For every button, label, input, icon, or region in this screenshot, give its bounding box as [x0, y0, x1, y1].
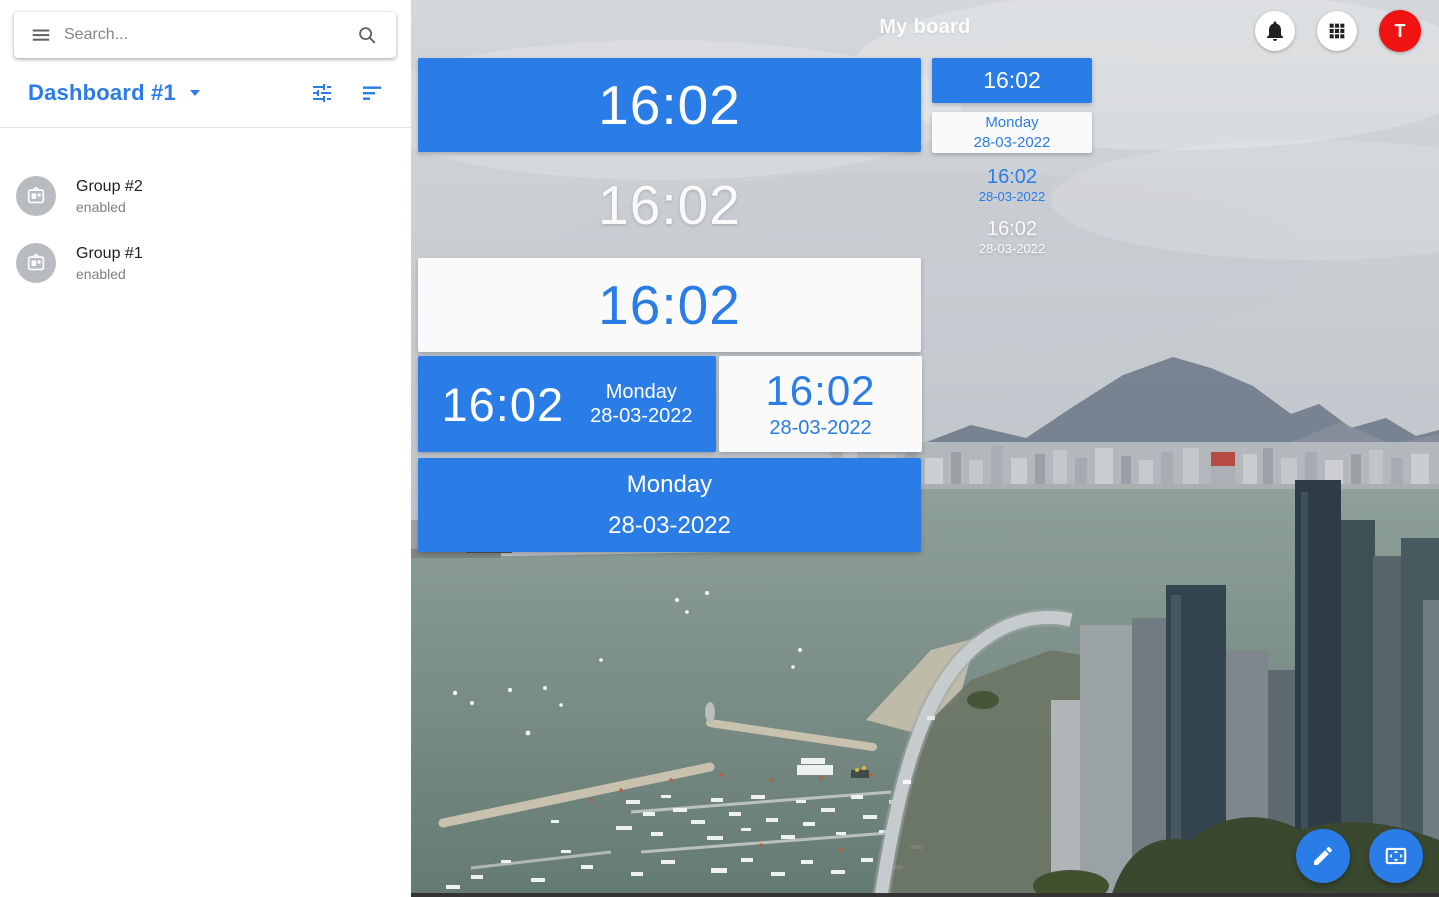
widget-time-overlay[interactable]: 16:02 [418, 157, 921, 253]
widget-clock-blue[interactable]: 16:02 Monday 28-03-2022 [418, 356, 716, 452]
time-text: 16:02 [983, 67, 1041, 94]
sort-button[interactable] [354, 75, 390, 111]
user-avatar-button[interactable]: T [1379, 10, 1421, 52]
group-status: enabled [76, 199, 143, 215]
tune-filter-button[interactable] [304, 75, 340, 111]
fab-group [1296, 829, 1423, 883]
date-text: 28-03-2022 [608, 512, 731, 540]
dashboard-title: Dashboard #1 [28, 80, 176, 106]
widget-time-banner-blue[interactable]: 16:02 [418, 58, 921, 152]
time-text: 16:02 [598, 273, 741, 337]
time-text: 16:02 [765, 369, 875, 413]
group-status: enabled [76, 266, 143, 282]
group-avatar [16, 243, 56, 283]
notifications-button[interactable] [1255, 11, 1295, 51]
dashboard-selector[interactable]: Dashboard #1 [28, 80, 200, 106]
apps-grid-button[interactable] [1317, 11, 1357, 51]
board-area: My board T 16:02 16:02 16:02 16:02 Monda… [411, 0, 1439, 897]
dashboard-actions [304, 75, 390, 111]
edit-fab-button[interactable] [1296, 829, 1350, 883]
widget-clock-light[interactable]: 16:02 28-03-2022 [719, 356, 922, 452]
time-text: 16:02 [598, 73, 741, 137]
date-text: 28-03-2022 [974, 133, 1051, 153]
widget-date-small-light[interactable]: Monday 28-03-2022 [932, 112, 1092, 153]
widget-date-banner-blue[interactable]: Monday 28-03-2022 [418, 458, 921, 552]
sort-icon [360, 81, 384, 105]
group-list: Group #2 enabled Group #1 enabled [0, 128, 411, 291]
sidebar: Dashboard #1 Group #2 enabled [0, 0, 411, 897]
search-button[interactable] [350, 18, 384, 52]
widget-clock-overlay-white[interactable]: 16:02 28-03-2022 [932, 215, 1092, 259]
group-name: Group #2 [76, 178, 143, 196]
date-text: 28-03-2022 [590, 404, 692, 428]
time-text: 16:02 [987, 217, 1037, 241]
widget-time-small-blue[interactable]: 16:02 [932, 58, 1092, 103]
date-text: 28-03-2022 [979, 189, 1046, 205]
date-text: 28-03-2022 [979, 241, 1046, 257]
pencil-icon [1311, 844, 1335, 868]
hamburger-menu-icon[interactable] [24, 18, 58, 52]
group-list-item[interactable]: Group #1 enabled [0, 235, 411, 291]
time-text: 16:02 [987, 165, 1037, 189]
widget-clock-overlay-blue[interactable]: 16:02 28-03-2022 [932, 163, 1092, 207]
app-root: Dashboard #1 Group #2 enabled [0, 0, 1439, 897]
apps-grid-icon [1326, 20, 1348, 42]
day-text: Monday [606, 380, 677, 404]
group-name: Group #1 [76, 245, 143, 263]
date-text: 28-03-2022 [769, 417, 871, 440]
group-list-item[interactable]: Group #2 enabled [0, 168, 411, 224]
dashboard-header: Dashboard #1 [0, 58, 411, 128]
board-frame-icon [25, 252, 47, 274]
widget-time-banner-light[interactable]: 16:02 [418, 258, 921, 352]
search-bar[interactable] [14, 12, 396, 58]
header-actions: T [1255, 10, 1421, 52]
overscan-fullscreen-icon [1383, 843, 1409, 869]
chevron-down-icon [190, 90, 200, 96]
avatar-initial: T [1395, 21, 1406, 42]
menu-icon [30, 24, 52, 46]
time-text: 16:02 [442, 377, 565, 432]
fullscreen-fab-button[interactable] [1369, 829, 1423, 883]
tune-icon [310, 81, 334, 105]
day-text: Monday [985, 113, 1038, 133]
bell-icon [1263, 19, 1287, 43]
search-icon [356, 24, 378, 46]
day-text: Monday [627, 471, 712, 499]
search-input[interactable] [58, 26, 350, 44]
group-avatar [16, 176, 56, 216]
board-frame-icon [25, 185, 47, 207]
time-text: 16:02 [598, 173, 741, 237]
